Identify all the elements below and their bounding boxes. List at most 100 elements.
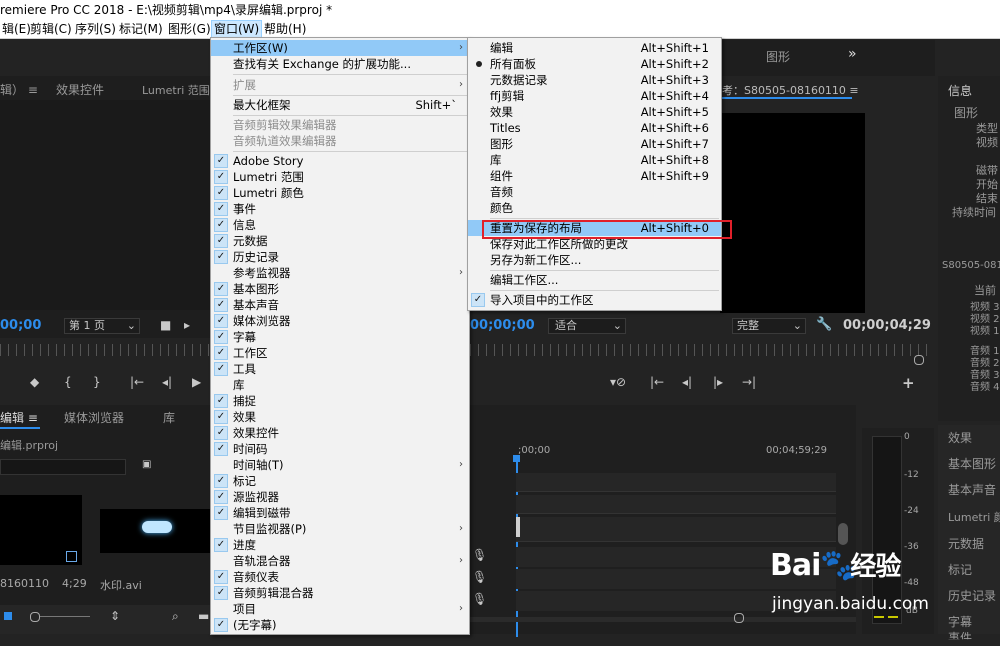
menu-item-find-extensions[interactable]: 查找有关 Exchange 的扩展功能... (211, 56, 469, 72)
menu-marker[interactable]: 标记(M) (117, 20, 165, 38)
workspace-effects[interactable]: 效果 Alt+Shift+5 (468, 104, 721, 120)
menu-item-audio-clip-effect-editor[interactable]: 音频剪辑效果编辑器 (211, 117, 469, 133)
video-track-1[interactable] (516, 517, 836, 542)
workspace-edit-workspaces[interactable]: 编辑工作区... (468, 272, 721, 288)
workspace-import-from-project[interactable]: ✓ 导入项目中的工作区 (468, 292, 721, 308)
menu-item-metadata[interactable]: ✓ 元数据 (211, 233, 469, 249)
zoom-handle[interactable] (914, 355, 924, 365)
menu-item-effect-controls[interactable]: ✓ 效果控件 (211, 425, 469, 441)
search-icon[interactable]: ⌕ (172, 609, 179, 624)
source-tab[interactable]: 辑） (0, 83, 24, 97)
menu-item-timelines[interactable]: 时间轴(T) › (211, 457, 469, 473)
tab-lumetri-scopes[interactable]: Lumetri 范围 (142, 82, 210, 98)
workspace-titles[interactable]: Titles Alt+Shift+6 (468, 120, 721, 136)
menu-item-no-captions[interactable]: ✓ (无字幕) (211, 617, 469, 633)
more-panels-icon[interactable]: » (848, 46, 857, 62)
zoom-slider-handle[interactable] (30, 612, 40, 622)
folder-icon[interactable]: ▬ (198, 609, 209, 623)
menu-sequence[interactable]: 序列(S) (73, 20, 118, 38)
project-search-input[interactable] (0, 459, 126, 475)
quality-select[interactable]: 完整 ⌄ (732, 318, 806, 334)
export-frame-icon[interactable]: ▸ (184, 318, 190, 332)
tab-media-browser[interactable]: 媒体浏览器 (64, 409, 124, 426)
timeline-vscroll[interactable] (838, 523, 848, 545)
sort-icon[interactable]: ⇕ (110, 609, 120, 623)
wrench-icon[interactable]: 🔧 (816, 317, 832, 332)
right-panel-lumetri-color[interactable]: Lumetri 颜色 (948, 509, 1000, 525)
menu-graphics[interactable]: 图形(G) (166, 20, 213, 38)
fit-select[interactable]: 适合 ⌄ (548, 318, 626, 334)
tab-effect-controls[interactable]: 效果控件 (56, 81, 104, 98)
menu-item-timecode[interactable]: ✓ 时间码 (211, 441, 469, 457)
menu-item-workspaces-panel[interactable]: ✓ 工作区 (211, 345, 469, 361)
menu-item-audio-track-mixer[interactable]: 音轨混合器 › (211, 553, 469, 569)
right-panel-metadata[interactable]: 元数据 (948, 535, 984, 552)
tab-project-edit[interactable]: 编辑 (0, 411, 24, 425)
menu-item-extensions[interactable]: 扩展 › (211, 77, 469, 93)
menu-clip[interactable]: 剪辑(C) (28, 20, 74, 38)
clip-edge[interactable] (516, 517, 520, 537)
mark-in-icon[interactable]: { (64, 375, 72, 389)
square-icon[interactable]: ■ (160, 318, 171, 332)
menu-item-maximize-frame[interactable]: 最大化框架 Shift+` (211, 97, 469, 113)
menu-item-audio-track-effect-editor[interactable]: 音频轨道效果编辑器 (211, 133, 469, 149)
playhead-handle[interactable] (513, 455, 520, 462)
page-select[interactable]: 第 1 页 ⌄ (64, 318, 140, 334)
menu-item-edit-to-tape[interactable]: ✓ 编辑到磁带 (211, 505, 469, 521)
program-timecode[interactable]: 00;00;00 (470, 318, 535, 333)
workspace-assembly[interactable]: 组件 Alt+Shift+9 (468, 168, 721, 184)
menu-item-lumetri-color[interactable]: ✓ Lumetri 颜色 (211, 185, 469, 201)
right-panel-essential-sound[interactable]: 基本声音 (948, 481, 996, 498)
right-panel-captions[interactable]: 字幕 (948, 613, 972, 630)
menu-item-captions[interactable]: ✓ 字幕 (211, 329, 469, 345)
microphone-icon[interactable]: 🎙 (472, 592, 487, 606)
menu-item-info[interactable]: ✓ 信息 (211, 217, 469, 233)
menu-item-workspace[interactable]: 工作区(W) › (211, 40, 469, 56)
go-to-in-icon[interactable]: |← (650, 375, 664, 389)
workspace-ffj-edit[interactable]: ffj剪辑 Alt+Shift+4 (468, 88, 721, 104)
menu-item-libraries[interactable]: 库 (211, 377, 469, 393)
mark-out-icon[interactable]: } (93, 375, 101, 389)
menu-item-audio-clip-mixer[interactable]: ✓ 音频剪辑混合器 (211, 585, 469, 601)
list-view-icon[interactable] (4, 612, 12, 620)
microphone-icon[interactable]: 🎙 (472, 548, 487, 562)
go-to-in-icon[interactable]: |← (130, 375, 144, 389)
menu-item-history[interactable]: ✓ 历史记录 (211, 249, 469, 265)
step-back-icon[interactable]: ◂| (162, 375, 172, 389)
new-search-bin-icon[interactable]: ▣ (142, 459, 151, 470)
source-timecode[interactable]: 00;00 (0, 318, 41, 333)
timeline-hscroll[interactable] (468, 617, 856, 622)
menu-item-source-monitor[interactable]: ✓ 源监视器 (211, 489, 469, 505)
workspace-color[interactable]: 颜色 (468, 200, 721, 216)
menu-item-tools[interactable]: ✓ 工具 (211, 361, 469, 377)
play-icon[interactable]: ▶ (192, 375, 201, 389)
workspace-all-panels[interactable]: 所有面板 Alt+Shift+2 (468, 56, 721, 72)
menu-help[interactable]: 帮助(H) (262, 20, 308, 38)
menu-item-capture[interactable]: ✓ 捕捉 (211, 393, 469, 409)
right-panel-essential-graphics[interactable]: 基本图形 (948, 455, 996, 472)
step-back-icon[interactable]: ◂| (682, 375, 692, 389)
menu-item-audio-meters[interactable]: ✓ 音频仪表 (211, 569, 469, 585)
add-button-icon[interactable]: + (902, 374, 915, 392)
workspace-save-as-new[interactable]: 另存为新工作区... (468, 252, 721, 268)
menu-item-essential-sound[interactable]: ✓ 基本声音 (211, 297, 469, 313)
marker-icon[interactable]: ◆ (30, 375, 39, 389)
right-panel-events[interactable]: 事件 (948, 629, 972, 639)
video-track-3[interactable] (516, 473, 836, 492)
right-panel-history[interactable]: 历史记录 (948, 587, 996, 604)
menu-item-markers[interactable]: ✓ 标记 (211, 473, 469, 489)
menu-item-media-browser[interactable]: ✓ 媒体浏览器 (211, 313, 469, 329)
menu-item-progress[interactable]: ✓ 进度 (211, 537, 469, 553)
menu-item-projects[interactable]: 项目 › (211, 601, 469, 617)
video-track-2[interactable] (516, 495, 836, 514)
workspace-metadata-logging[interactable]: 元数据记录 Alt+Shift+3 (468, 72, 721, 88)
microphone-icon[interactable]: 🎙 (472, 570, 487, 584)
menu-item-adobe-story[interactable]: ✓ Adobe Story (211, 153, 469, 169)
workspace-graphics[interactable]: 图形 Alt+Shift+7 (468, 136, 721, 152)
right-panel-markers[interactable]: 标记 (948, 561, 972, 578)
workspace-audio[interactable]: 音频 (468, 184, 721, 200)
menu-item-effects[interactable]: ✓ 效果 (211, 409, 469, 425)
menu-window[interactable]: 窗口(W) (211, 20, 263, 38)
step-forward-icon[interactable]: |▸ (713, 375, 723, 389)
menu-item-essential-graphics[interactable]: ✓ 基本图形 (211, 281, 469, 297)
